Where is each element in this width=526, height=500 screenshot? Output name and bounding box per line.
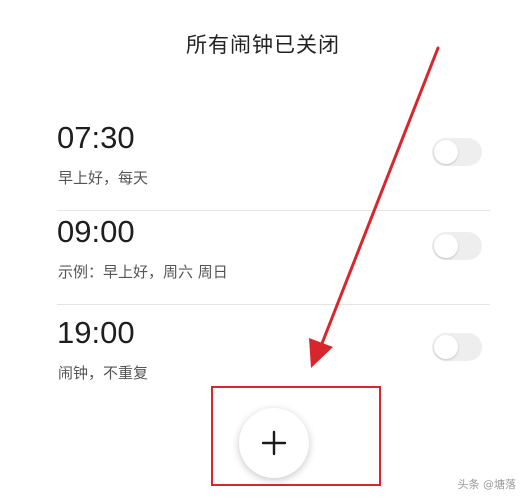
watermark: 头条 @塘落 (457, 478, 517, 491)
arrow-icon (309, 46, 440, 368)
